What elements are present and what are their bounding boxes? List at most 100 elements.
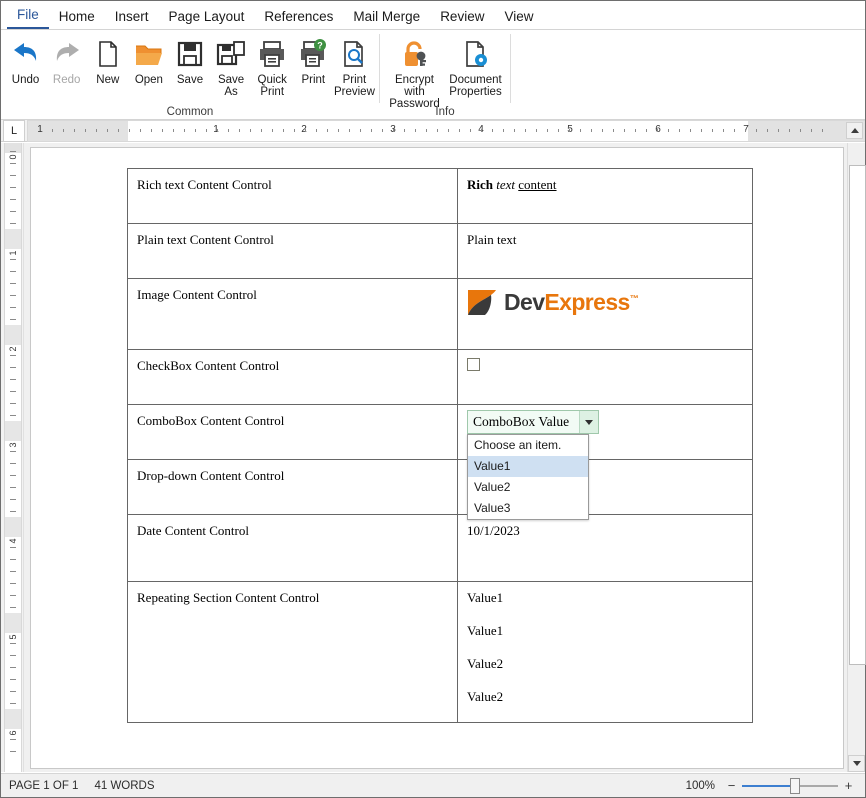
tab-view[interactable]: View (494, 7, 543, 29)
cell-label-checkbox: CheckBox Content Control (128, 350, 458, 405)
page-indicator[interactable]: PAGE 1 OF 1 (9, 780, 78, 792)
scroll-up-button-top[interactable] (846, 122, 863, 139)
scroll-down-button[interactable] (848, 755, 865, 772)
quick-print-button[interactable]: QuickPrint (252, 35, 293, 98)
vertical-ruler-tick (10, 415, 16, 416)
chevron-down-icon (585, 420, 593, 425)
vertical-ruler-tick (10, 739, 16, 740)
redo-button[interactable]: Redo (46, 35, 87, 86)
print-button[interactable]: ? Print (293, 35, 334, 86)
combobox-dropdown-button[interactable] (579, 411, 598, 433)
vertical-ruler-number: 1 (8, 250, 18, 255)
document-canvas[interactable]: Rich text Content Control Rich text cont… (24, 143, 847, 772)
rich-text-bold: Rich (467, 177, 493, 192)
zoom-slider-thumb[interactable] (790, 778, 800, 794)
cell-label-combobox: ComboBox Content Control (128, 405, 458, 460)
combobox-option-placeholder[interactable]: Choose an item. (468, 435, 588, 456)
vertical-ruler-tick (10, 559, 16, 560)
tab-page-layout[interactable]: Page Layout (159, 7, 255, 29)
cell-label-date: Date Content Control (128, 515, 458, 582)
label-text: ComboBox Content Control (137, 413, 284, 428)
vertical-ruler-tick (10, 571, 16, 572)
combobox-content-control[interactable]: ComboBox Value Choose an item. Value1 (467, 410, 599, 434)
vertical-ruler-number: 5 (8, 634, 18, 639)
tab-references[interactable]: References (254, 7, 343, 29)
checkbox-content-control[interactable] (467, 358, 480, 371)
table-row: Repeating Section Content Control Value1… (128, 582, 753, 723)
row-spacer (137, 374, 449, 396)
cell-value-checkbox[interactable] (458, 350, 753, 405)
new-button[interactable]: New (87, 35, 128, 86)
tab-home[interactable]: Home (49, 7, 105, 29)
cell-value-rich-text[interactable]: Rich text content (458, 169, 753, 224)
repeating-item: Value2 (467, 689, 744, 705)
ruler-tick (569, 129, 570, 132)
tab-stop-selector[interactable]: L (3, 120, 25, 142)
scrollbar-thumb[interactable] (849, 165, 866, 665)
label-text: Rich text Content Control (137, 177, 272, 192)
vertical-ruler-tick (10, 163, 16, 164)
tab-mail-merge[interactable]: Mail Merge (343, 7, 430, 29)
quick-print-label: QuickPrint (258, 74, 287, 98)
print-icon: ? (298, 37, 328, 71)
ruler-tick (305, 129, 306, 132)
ruler-tick (239, 129, 240, 132)
table-row: CheckBox Content Control (128, 350, 753, 405)
print-preview-button[interactable]: PrintPreview (334, 35, 375, 98)
zoom-in-button[interactable]: + (842, 781, 855, 791)
zoom-slider-track (794, 785, 838, 787)
document-properties-button[interactable]: DocumentProperties (445, 35, 506, 98)
cell-value-plain-text[interactable]: Plain text (458, 224, 753, 279)
vertical-ruler-tick (10, 199, 16, 200)
vertical-ruler-number: 3 (8, 442, 18, 447)
combobox-field[interactable]: ComboBox Value (467, 410, 599, 434)
vertical-ruler-band (5, 613, 21, 633)
ruler-tick (118, 129, 119, 132)
repeating-item: Value2 (467, 656, 744, 672)
vertical-ruler-tick (10, 595, 16, 596)
vertical-ruler-tick (10, 319, 16, 320)
cell-value-date[interactable]: 10/1/2023 (458, 515, 753, 582)
ruler-tick (723, 129, 724, 132)
cell-value-combobox[interactable]: ComboBox Value Choose an item. Value1 (458, 405, 753, 460)
zoom-out-button[interactable]: − (725, 781, 738, 791)
combobox-option-value1[interactable]: Value1 (468, 456, 588, 477)
zoom-percent[interactable]: 100% (686, 780, 715, 792)
logo-trademark: ™ (630, 293, 638, 303)
vertical-scrollbar[interactable] (847, 143, 865, 772)
label-text: Drop-down Content Control (137, 468, 284, 483)
vertical-ruler-tick (10, 451, 16, 452)
save-as-button[interactable]: Save As (211, 35, 252, 98)
cell-value-image[interactable]: DevExpress™ (458, 279, 753, 350)
document-page[interactable]: Rich text Content Control Rich text cont… (30, 147, 844, 769)
tab-insert[interactable]: Insert (105, 7, 159, 29)
open-button[interactable]: Open (128, 35, 169, 86)
vertical-ruler-tick (10, 403, 16, 404)
combobox-option-value2[interactable]: Value2 (468, 477, 588, 498)
cell-value-repeating[interactable]: Value1 Value1 Value2 Value2 (458, 582, 753, 723)
row-spacer (137, 606, 449, 714)
horizontal-ruler-strip[interactable]: 11234567 (27, 120, 865, 142)
undo-button[interactable]: Undo (5, 35, 46, 86)
word-count[interactable]: 41 WORDS (94, 780, 154, 792)
tab-file[interactable]: File (7, 5, 49, 29)
logo-express-text: Express (544, 289, 629, 315)
combobox-dropdown-list[interactable]: Choose an item. Value1 Value2 Value3 (467, 434, 589, 520)
combobox-option-value3[interactable]: Value3 (468, 498, 588, 519)
ruler-tick (107, 129, 108, 132)
encrypt-with-password-button[interactable]: Encrypt withPassword (384, 35, 445, 110)
vertical-ruler-strip[interactable]: 0123456 (4, 143, 22, 772)
rich-text-underline: content (518, 177, 556, 192)
tab-review[interactable]: Review (430, 7, 494, 29)
document-gear-icon (461, 37, 491, 71)
zoom-slider[interactable] (742, 780, 838, 792)
vertical-ruler-tick (10, 475, 16, 476)
plain-text-value: Plain text (467, 232, 516, 247)
open-label: Open (135, 74, 163, 86)
ruler-tick (140, 129, 141, 132)
vertical-ruler: 0123456 (1, 143, 24, 772)
vertical-ruler-number: 2 (8, 346, 18, 351)
save-button[interactable]: Save (169, 35, 210, 86)
vertical-ruler-tick (10, 187, 16, 188)
status-bar: PAGE 1 OF 1 41 WORDS 100% − + (1, 773, 865, 797)
